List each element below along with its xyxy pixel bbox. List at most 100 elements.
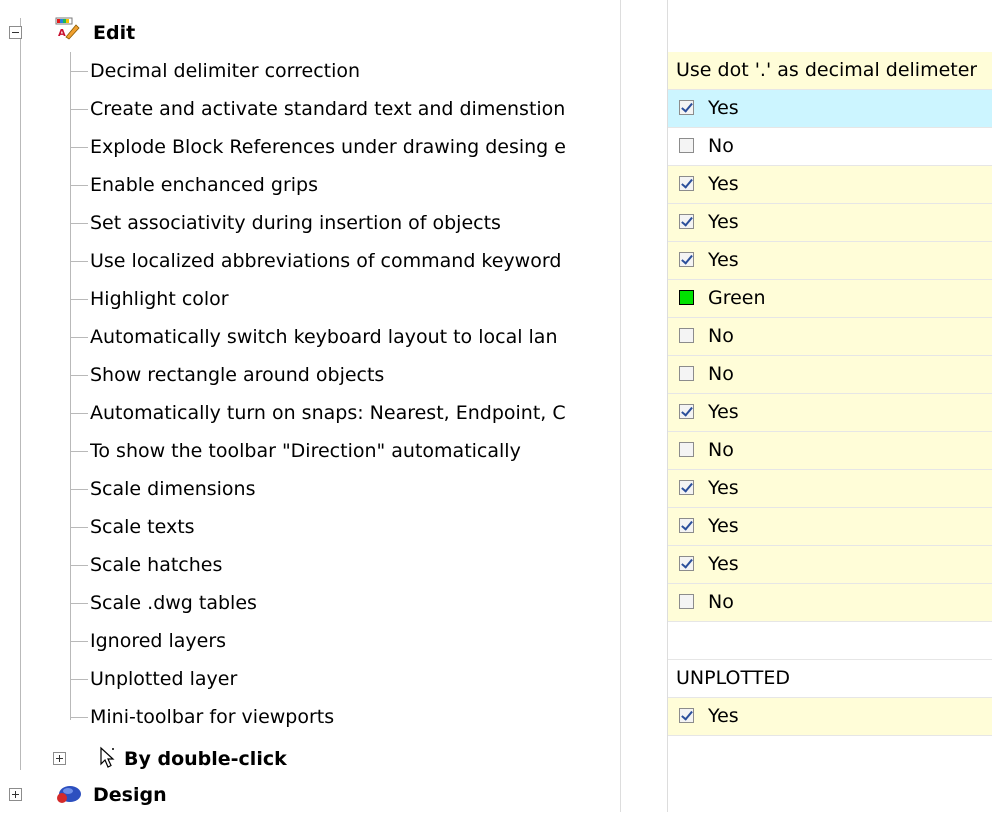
tree-connector xyxy=(70,299,88,300)
checkbox-unchecked[interactable] xyxy=(679,138,694,153)
checkbox-checked[interactable] xyxy=(679,556,694,571)
property-value-cell[interactable]: No xyxy=(668,432,992,470)
property-row[interactable]: Ignored layers xyxy=(0,622,992,660)
property-value-cell[interactable]: Yes xyxy=(668,242,992,280)
design-icon xyxy=(57,786,81,803)
property-value-cell[interactable]: No xyxy=(668,584,992,622)
property-value: Green xyxy=(708,287,766,309)
checkbox-checked[interactable] xyxy=(679,480,694,495)
property-value-cell[interactable]: Yes xyxy=(668,470,992,508)
tree-connector xyxy=(70,603,88,604)
expand-icon[interactable] xyxy=(53,752,66,765)
property-row[interactable]: Mini-toolbar for viewports Yes xyxy=(0,698,992,736)
property-value-cell[interactable]: Yes xyxy=(668,166,992,204)
property-row[interactable]: Unplotted layer UNPLOTTED xyxy=(0,660,992,698)
expand-icon[interactable] xyxy=(9,788,22,801)
property-row[interactable]: Set associativity during insertion of ob… xyxy=(0,204,992,242)
tree-connector xyxy=(70,261,88,262)
tree-connector xyxy=(70,185,88,186)
property-value-cell[interactable]: No xyxy=(668,356,992,394)
checkbox-unchecked[interactable] xyxy=(679,328,694,343)
tree-connector xyxy=(70,337,88,338)
property-value-cell[interactable]: Yes xyxy=(668,204,992,242)
checkbox-unchecked[interactable] xyxy=(679,366,694,381)
tree-connector xyxy=(70,413,88,414)
tree-connector xyxy=(70,147,88,148)
property-value: Yes xyxy=(708,477,739,499)
property-value: Yes xyxy=(708,553,739,575)
property-row[interactable]: Scale hatches Yes xyxy=(0,546,992,584)
tree-connector xyxy=(70,71,88,72)
property-row[interactable]: Decimal delimiter correction Use dot '.' … xyxy=(0,52,992,90)
property-row[interactable]: Enable enchanced grips Yes xyxy=(0,166,992,204)
property-value-cell[interactable] xyxy=(668,622,992,660)
property-value: Yes xyxy=(708,97,739,119)
checkbox-checked[interactable] xyxy=(679,708,694,723)
edit-icon: A xyxy=(55,17,80,40)
property-label: Scale dimensions xyxy=(90,478,256,500)
property-label: Mini-toolbar for viewports xyxy=(90,706,335,728)
property-row[interactable]: Highlight color Green xyxy=(0,280,992,318)
property-row[interactable]: Explode Block References under drawing d… xyxy=(0,128,992,166)
tree-connector xyxy=(70,527,88,528)
property-value: No xyxy=(708,439,734,461)
property-label: Use localized abbreviations of command k… xyxy=(90,250,562,272)
property-value: No xyxy=(708,135,734,157)
property-label: Scale texts xyxy=(90,516,195,538)
group-label-by-double-click: By double-click xyxy=(124,748,287,770)
property-row[interactable]: Show rectangle around objects No xyxy=(0,356,992,394)
checkbox-unchecked[interactable] xyxy=(679,594,694,609)
property-row[interactable]: Automatically switch keyboard layout to … xyxy=(0,318,992,356)
property-row[interactable]: Scale dimensions Yes xyxy=(0,470,992,508)
property-value: No xyxy=(708,363,734,385)
property-value-cell[interactable]: Use dot '.' as decimal delimeter xyxy=(668,52,992,90)
checkbox-checked[interactable] xyxy=(679,214,694,229)
property-value-cell[interactable]: No xyxy=(668,318,992,356)
property-value-cell[interactable]: UNPLOTTED xyxy=(668,660,992,698)
property-label: Create and activate standard text and di… xyxy=(90,98,566,120)
property-value-cell[interactable]: Yes xyxy=(668,546,992,584)
group-row-design[interactable]: Design xyxy=(0,776,992,814)
checkbox-checked[interactable] xyxy=(679,100,694,115)
tree-connector xyxy=(70,565,88,566)
tree-connector xyxy=(70,451,88,452)
group-row-edit[interactable]: A Edit xyxy=(0,14,992,52)
property-grid: A Edit Decimal delimiter correction Use d… xyxy=(0,0,992,812)
property-value-cell[interactable]: Green xyxy=(668,280,992,318)
property-row[interactable]: Automatically turn on snaps: Nearest, En… xyxy=(0,394,992,432)
tree-connector xyxy=(70,109,88,110)
checkbox-checked[interactable] xyxy=(679,252,694,267)
property-label: Highlight color xyxy=(90,288,229,310)
property-value: No xyxy=(708,325,734,347)
checkbox-checked[interactable] xyxy=(679,518,694,533)
cursor-icon xyxy=(100,746,115,768)
tree-connector xyxy=(70,717,88,718)
property-value: Yes xyxy=(708,173,739,195)
property-value: No xyxy=(708,591,734,613)
group-row-by-double-click[interactable]: By double-click xyxy=(0,740,992,778)
collapse-icon[interactable] xyxy=(9,26,22,39)
checkbox-checked[interactable] xyxy=(679,404,694,419)
property-value-cell[interactable]: Yes xyxy=(668,698,992,736)
group-label-edit: Edit xyxy=(93,22,136,44)
property-value-cell[interactable]: Yes xyxy=(668,394,992,432)
property-value-cell[interactable]: Yes xyxy=(668,508,992,546)
property-value-cell[interactable]: No xyxy=(668,128,992,166)
property-row[interactable]: Scale texts Yes xyxy=(0,508,992,546)
color-swatch xyxy=(679,290,694,305)
property-value-cell[interactable]: Yes xyxy=(668,90,992,128)
property-row[interactable]: To show the toolbar "Direction" automati… xyxy=(0,432,992,470)
svg-text:A: A xyxy=(58,28,66,39)
tree-connector xyxy=(70,489,88,490)
property-row[interactable]: Use localized abbreviations of command k… xyxy=(0,242,992,280)
property-value: Yes xyxy=(708,249,739,271)
property-value: Yes xyxy=(708,515,739,537)
group-label-design: Design xyxy=(93,784,167,806)
property-row[interactable]: Scale .dwg tables No xyxy=(0,584,992,622)
property-label: Explode Block References under drawing d… xyxy=(90,136,566,158)
property-label: Decimal delimiter correction xyxy=(90,60,361,82)
checkbox-unchecked[interactable] xyxy=(679,442,694,457)
tree-connector xyxy=(70,679,88,680)
checkbox-checked[interactable] xyxy=(679,176,694,191)
property-row[interactable]: Create and activate standard text and di… xyxy=(0,90,992,128)
